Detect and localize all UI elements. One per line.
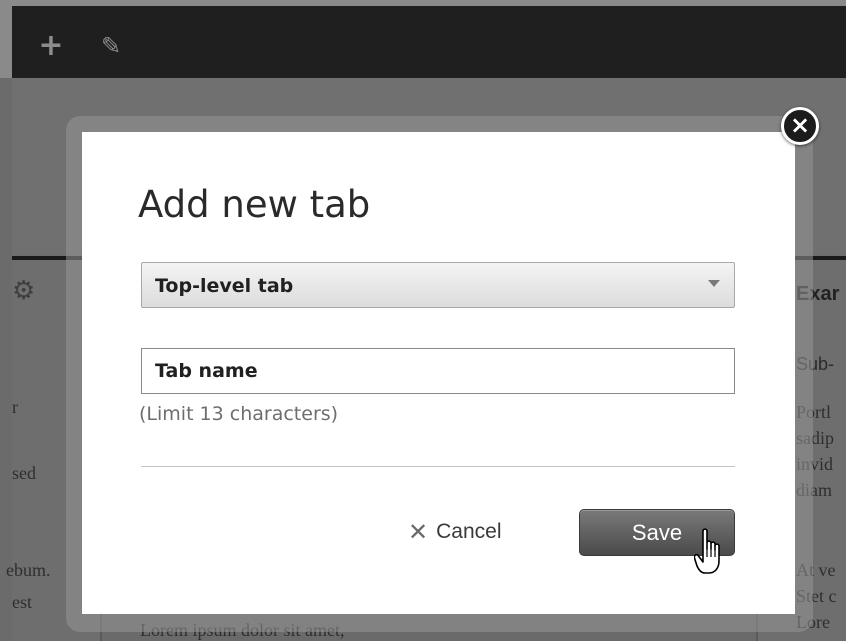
cancel-label: Cancel: [436, 520, 502, 543]
toolbar: [12, 6, 846, 78]
chevron-down-icon: [708, 280, 720, 287]
tab-level-select[interactable]: Top-level tab: [141, 262, 735, 308]
pencil-icon[interactable]: ✎: [96, 31, 126, 61]
close-icon: ✕: [408, 518, 429, 546]
tab-level-selected-value: Top-level tab: [155, 275, 294, 297]
dialog-title: Add new tab: [138, 183, 371, 226]
bg-text-left-2: sed: [12, 463, 36, 483]
app-top-bar: [0, 0, 846, 78]
cancel-button[interactable]: ✕ Cancel: [408, 517, 501, 547]
bg-text-left-3: ebum.: [6, 560, 51, 580]
bg-text-left-4: est: [12, 592, 32, 612]
gear-icon[interactable]: ⚙: [12, 276, 42, 306]
dialog-divider: [141, 466, 735, 467]
tab-name-input[interactable]: [141, 348, 735, 394]
hand-cursor-icon: [694, 528, 720, 574]
character-limit-hint: (Limit 13 characters): [139, 403, 339, 425]
plus-icon[interactable]: +: [36, 31, 66, 61]
close-icon[interactable]: ×: [781, 107, 819, 145]
bg-text-left-1: r: [12, 397, 18, 417]
